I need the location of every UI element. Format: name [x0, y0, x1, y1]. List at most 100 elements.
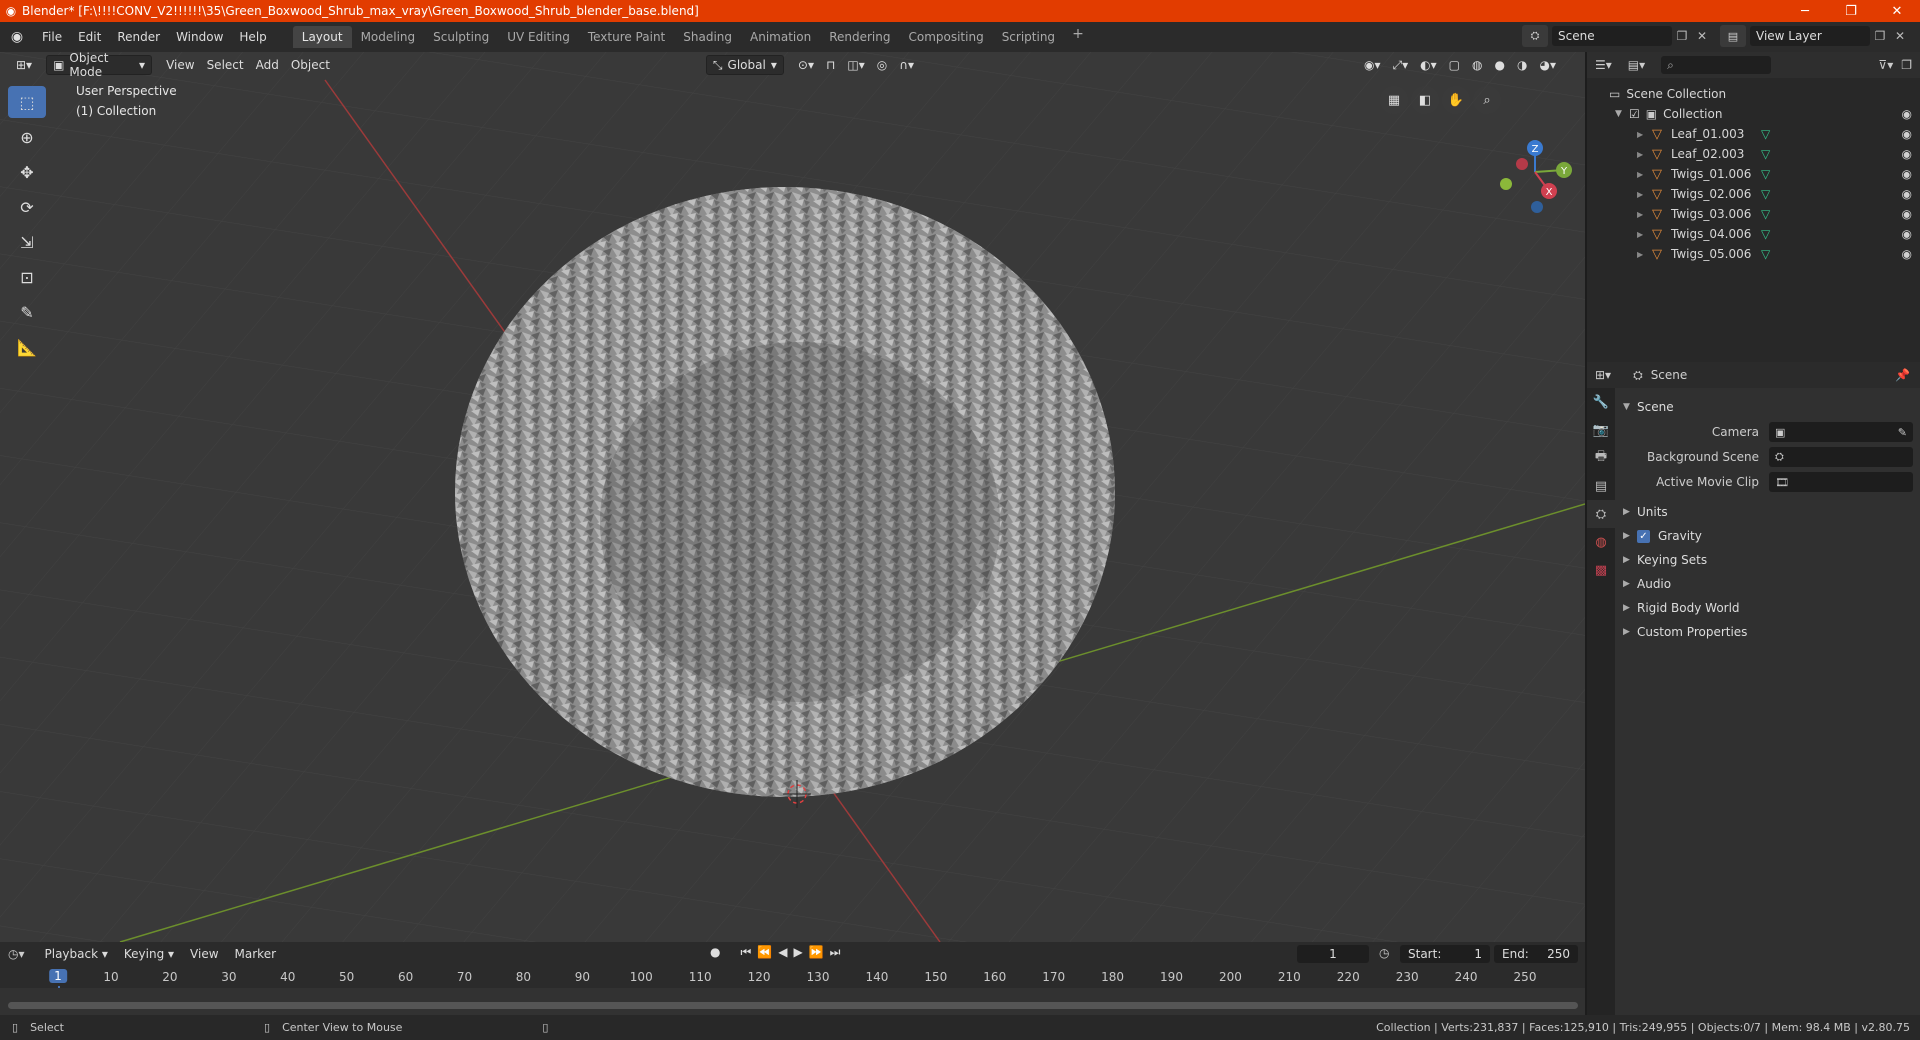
editor-type-icon[interactable]: ⊞▾ [10, 55, 38, 75]
annotate-tool-icon[interactable]: ✎ [8, 296, 46, 328]
tab-uv-editing[interactable]: UV Editing [498, 26, 579, 48]
outliner-object-row[interactable]: ▶ ▽ Twigs_01.006 ▽ ◉ [1587, 164, 1920, 184]
stopwatch-icon[interactable]: ◷ [1379, 946, 1389, 960]
rotate-tool-icon[interactable]: ⟳ [8, 191, 46, 223]
panel-checkbox[interactable]: ✓ [1637, 529, 1650, 543]
tool-tab-icon[interactable]: 🔧 [1587, 388, 1615, 416]
panel-header[interactable]: ▶ Rigid Body World [1623, 597, 1913, 619]
timeline-menu-keying[interactable]: Keying ▾ [116, 943, 182, 965]
mesh-data-icon[interactable]: ▽ [1761, 187, 1770, 201]
tab-texture-paint[interactable]: Texture Paint [579, 26, 674, 48]
overlay-toggle-icon[interactable]: ◐▾ [1414, 55, 1443, 75]
mesh-data-icon[interactable]: ▽ [1761, 127, 1770, 141]
scene-tab-icon[interactable]: ⛭ [1587, 500, 1615, 528]
pan-view-icon[interactable]: ✋ [1442, 86, 1470, 114]
camera-view-icon[interactable]: ◧ [1411, 86, 1439, 114]
proportional-edit-icon[interactable]: ◎ [871, 55, 893, 75]
timeline-menu-marker[interactable]: Marker [227, 943, 284, 965]
gizmo-toggle-icon[interactable]: ⤢▾ [1387, 55, 1415, 75]
menu-edit[interactable]: Edit [70, 26, 109, 48]
timeline-menu-view[interactable]: View [182, 943, 226, 965]
tab-sculpting[interactable]: Sculpting [424, 26, 498, 48]
menu-render[interactable]: Render [109, 26, 168, 48]
eye-icon[interactable]: ◉ [1902, 107, 1912, 121]
eyedropper-icon[interactable]: ✎ [1898, 426, 1907, 439]
exclude-checkbox-icon[interactable]: ☑ [1629, 107, 1640, 121]
timeline-ruler[interactable]: 1 10 20 30 40 50 60 70 80 90 100 110 120 130 140 150 160… [0, 966, 1585, 1016]
menu-help[interactable]: Help [231, 26, 274, 48]
material-shading-icon[interactable]: ◑ [1511, 55, 1533, 75]
eye-icon[interactable]: ◉ [1902, 187, 1912, 201]
orientation-dropdown[interactable]: ⤡ Global ▾ [705, 55, 784, 75]
transform-tool-icon[interactable]: ⊡ [8, 261, 46, 293]
expand-arrow-icon[interactable]: ▼ [1615, 109, 1629, 119]
expand-arrow-icon[interactable]: ▶ [1637, 130, 1649, 139]
add-workspace-button[interactable]: + [1064, 26, 1092, 48]
viewport-canvas[interactable]: Z Y X [0, 52, 1585, 942]
visibility-icon[interactable]: ◉▾ [1358, 55, 1387, 75]
delete-scene-icon[interactable]: ✕ [1692, 29, 1712, 43]
new-scene-icon[interactable]: ❐ [1672, 29, 1692, 43]
render-tab-icon[interactable]: 📷 [1587, 416, 1615, 444]
timeline-menu-playback[interactable]: Playback ▾ [37, 943, 116, 965]
outliner-object-row[interactable]: ▶ ▽ Twigs_03.006 ▽ ◉ [1587, 204, 1920, 224]
outliner-object-row[interactable]: ▶ ▽ Twigs_04.006 ▽ ◉ [1587, 224, 1920, 244]
jump-start-icon[interactable]: ⏮ [740, 945, 751, 960]
toggle-view-icon[interactable]: ▦ [1380, 86, 1408, 114]
wireframe-shading-icon[interactable]: ◍ [1466, 55, 1488, 75]
snap-icon[interactable]: ⊓ [820, 55, 841, 75]
texture-tab-icon[interactable]: ▩ [1587, 556, 1615, 584]
close-button[interactable]: ✕ [1874, 0, 1920, 22]
expand-arrow-icon[interactable]: ▶ [1637, 150, 1649, 159]
zoom-view-icon[interactable]: ⌕ [1473, 86, 1501, 114]
eye-icon[interactable]: ◉ [1902, 127, 1912, 141]
eye-icon[interactable]: ◉ [1902, 167, 1912, 181]
new-view-layer-icon[interactable]: ❐ [1870, 29, 1890, 43]
scene-section-header[interactable]: ▼ Scene [1623, 396, 1913, 418]
expand-arrow-icon[interactable]: ▶ [1637, 190, 1649, 199]
mode-dropdown[interactable]: ▣ Object Mode ▾ [46, 52, 153, 79]
menu-window[interactable]: Window [168, 26, 231, 48]
tab-rendering[interactable]: Rendering [820, 26, 899, 48]
timeline-track[interactable] [0, 988, 1585, 1015]
tab-modeling[interactable]: Modeling [352, 26, 425, 48]
expand-arrow-icon[interactable]: ▶ [1637, 250, 1649, 259]
pivot-icon[interactable]: ⊙▾ [792, 55, 820, 75]
tab-shading[interactable]: Shading [674, 26, 741, 48]
tab-animation[interactable]: Animation [741, 26, 820, 48]
scene-icon[interactable]: ⛭ [1522, 25, 1548, 47]
eye-icon[interactable]: ◉ [1902, 227, 1912, 241]
cursor-tool-icon[interactable]: ⊕ [8, 121, 46, 153]
select-box-tool-icon[interactable]: ⬚ [8, 86, 46, 118]
3d-viewport[interactable]: Z Y X ⊞▾ ▣ Object Mode ▾ View Select Add… [0, 52, 1585, 942]
viewport-menu-object[interactable]: Object [285, 55, 336, 75]
timeline-scrollbar[interactable] [8, 1002, 1578, 1009]
current-frame-field[interactable]: 1 [1297, 945, 1369, 963]
pin-icon[interactable]: 📌 [1895, 368, 1910, 382]
expand-arrow-icon[interactable]: ▶ [1637, 210, 1649, 219]
restore-button[interactable]: ❐ [1828, 0, 1874, 22]
properties-editor-icon[interactable]: ⊞▾ [1595, 368, 1611, 382]
play-icon[interactable]: ▶ [793, 945, 802, 960]
menu-file[interactable]: File [34, 26, 70, 48]
xray-toggle-icon[interactable]: ▢ [1443, 55, 1466, 75]
delete-view-layer-icon[interactable]: ✕ [1890, 29, 1910, 43]
output-tab-icon[interactable]: 🖶 [1587, 444, 1615, 472]
timeline-editor-icon[interactable]: ◷▾ [8, 947, 25, 961]
prev-keyframe-icon[interactable]: ⏪ [757, 945, 772, 960]
view-layer-icon[interactable]: ▤ [1720, 25, 1746, 47]
outliner-editor-icon[interactable]: ☰▾ [1595, 58, 1612, 72]
eye-icon[interactable]: ◉ [1902, 147, 1912, 161]
property-field[interactable]: ⛭ [1769, 447, 1913, 467]
tab-scripting[interactable]: Scripting [993, 26, 1064, 48]
measure-tool-icon[interactable]: 📐 [8, 331, 46, 363]
outliner-object-row[interactable]: ▶ ▽ Leaf_01.003 ▽ ◉ [1587, 124, 1920, 144]
falloff-icon[interactable]: ∩▾ [893, 55, 920, 75]
property-field[interactable]: 🎞 [1769, 472, 1913, 492]
view-layer-tab-icon[interactable]: ▤ [1587, 472, 1615, 500]
end-frame-field[interactable]: End: 250 [1494, 945, 1578, 963]
tab-compositing[interactable]: Compositing [899, 26, 992, 48]
outliner-object-row[interactable]: ▶ ▽ Twigs_05.006 ▽ ◉ [1587, 244, 1920, 264]
snap-target-icon[interactable]: ◫▾ [841, 55, 870, 75]
viewport-menu-add[interactable]: Add [250, 55, 285, 75]
